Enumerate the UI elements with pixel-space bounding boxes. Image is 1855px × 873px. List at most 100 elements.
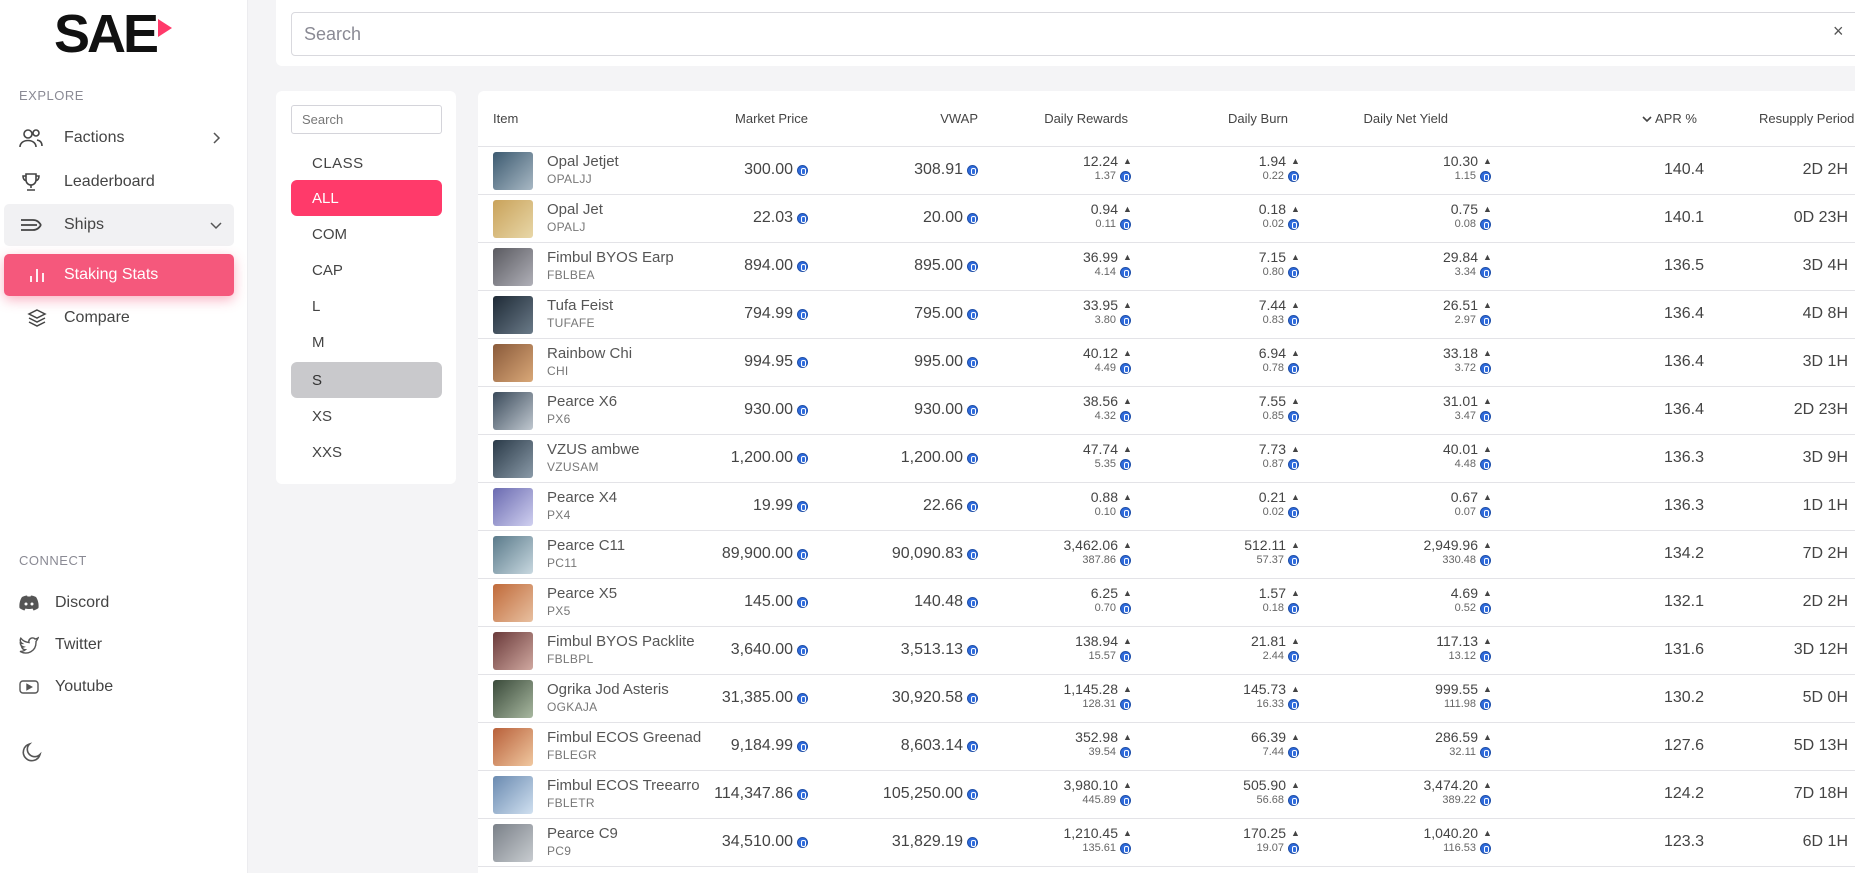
- nav-leaderboard[interactable]: Leaderboard: [4, 161, 234, 203]
- class-filter-xs[interactable]: XS: [291, 398, 442, 434]
- connect-twitter[interactable]: Twitter: [19, 635, 102, 655]
- search-input[interactable]: [291, 12, 1855, 56]
- moon-icon[interactable]: [20, 740, 44, 764]
- ship-name[interactable]: Pearce X5: [547, 585, 617, 602]
- class-filter-all[interactable]: ALL: [291, 180, 442, 216]
- table-row[interactable]: Fimbul BYOS Earp FBLBEA 894.00 895.00 36.99 ▲…: [478, 243, 1855, 291]
- daily-rewards-cell: 0.94 ▲ 0.11: [1008, 201, 1132, 230]
- daily-burn-cell: 1.57 ▲ 0.18: [1178, 585, 1300, 614]
- class-filter-s[interactable]: S: [291, 362, 442, 398]
- table-row[interactable]: Rainbow Chi CHI 994.95 995.00 40.12 ▲ 4.49 6.94…: [478, 339, 1855, 387]
- apr-value: 136.4: [1663, 401, 1704, 418]
- class-filter-l[interactable]: L: [291, 288, 442, 324]
- table-row[interactable]: Pearce X4 PX4 19.99 22.66 0.88 ▲ 0.10 0.21 ▲ 0.02…: [478, 483, 1855, 531]
- atlas-coin-icon: [967, 644, 978, 656]
- class-filter-xxs[interactable]: XXS: [291, 434, 442, 470]
- market-price-value: 31,385.00: [721, 689, 793, 706]
- nav-label: Ships: [64, 216, 105, 233]
- column-header-daily-net-yield[interactable]: Daily Net Yield: [1298, 111, 1448, 126]
- daily-rewards-value: 1,210.45: [1063, 825, 1119, 841]
- column-header-vwap[interactable]: VWAP: [858, 111, 978, 126]
- nav-factions[interactable]: Factions: [4, 117, 234, 159]
- nav-label: Factions: [64, 129, 125, 146]
- nav-ships[interactable]: Ships: [4, 204, 234, 246]
- ship-name[interactable]: Fimbul BYOS Earp: [547, 249, 674, 266]
- table-row[interactable]: Opal Jet OPALJ 22.03 20.00 0.94 ▲ 0.11 0.18 ▲ 0.0…: [478, 195, 1855, 243]
- nav-label: Leaderboard: [64, 173, 155, 190]
- daily-burn-cell: 6.94 ▲ 0.78: [1178, 345, 1300, 374]
- table-row[interactable]: Pearce X6 PX6 930.00 930.00 38.56 ▲ 4.32 7.55 ▲ 0…: [478, 387, 1855, 435]
- table-row[interactable]: VZUS ambwe VZUSAM 1,200.00 1,200.00 47.74 ▲ 5.…: [478, 435, 1855, 483]
- ship-name[interactable]: Pearce C9: [547, 825, 618, 842]
- atlas-coin-icon: [1480, 794, 1491, 806]
- caret-up-icon: ▲: [1291, 828, 1300, 838]
- ship-name[interactable]: Pearce X6: [547, 393, 617, 410]
- atlas-coin-icon: [967, 212, 978, 224]
- daily-net-yield-subvalue: 389.22: [1442, 794, 1476, 806]
- daily-rewards-value: 47.74: [1082, 441, 1118, 457]
- apr-value: 136.4: [1663, 353, 1704, 370]
- sae-logo[interactable]: SAE: [54, 6, 179, 58]
- table-row[interactable]: Opal Jetjet OPALJJ 300.00 308.91 12.24 ▲ 1.37 1…: [478, 147, 1855, 195]
- atlas-coin-icon: [967, 164, 978, 176]
- daily-burn-subvalue: 57.37: [1256, 554, 1284, 566]
- table-row[interactable]: Tufa Feist TUFAFE 794.99 795.00 33.95 ▲ 3.80 7.…: [478, 291, 1855, 339]
- class-filter-m[interactable]: M: [291, 324, 442, 360]
- ship-name[interactable]: Pearce X4: [547, 489, 617, 506]
- ship-name[interactable]: Rainbow Chi: [547, 345, 632, 362]
- column-header-apr[interactable]: APR %: [1641, 111, 1697, 126]
- daily-burn-value: 1.94: [1258, 153, 1286, 169]
- vwap-value: 1,200.00: [900, 449, 963, 466]
- column-header-resupply-period[interactable]: Resupply Period: [1759, 111, 1854, 126]
- daily-burn-subvalue: 0.18: [1262, 602, 1284, 614]
- class-filter-com[interactable]: COM: [291, 216, 442, 252]
- caret-up-icon: ▲: [1123, 300, 1132, 310]
- table-row[interactable]: Fimbul ECOS Greenad FBLEGR 9,184.99 8,603.1…: [478, 723, 1855, 771]
- atlas-coin-icon: [797, 260, 808, 272]
- daily-burn-subvalue: 0.80: [1262, 266, 1284, 278]
- daily-burn-subvalue: 0.02: [1262, 506, 1284, 518]
- column-header-market-price[interactable]: Market Price: [688, 111, 808, 126]
- class-filter-cap[interactable]: CAP: [291, 252, 442, 288]
- caret-up-icon: ▲: [1483, 396, 1492, 406]
- filter-search-input[interactable]: [291, 105, 442, 134]
- daily-rewards-cell: 38.56 ▲ 4.32: [1008, 393, 1132, 422]
- daily-net-yield-cell: 33.18 ▲ 3.72: [1338, 345, 1492, 374]
- staking-stats-table: Item Market Price VWAP Daily Rewards Dai…: [478, 91, 1855, 873]
- atlas-coin-icon: [1288, 602, 1299, 614]
- ship-name[interactable]: Tufa Feist: [547, 297, 613, 314]
- twitter-icon: [19, 635, 41, 655]
- connect-discord[interactable]: Discord: [19, 593, 109, 613]
- atlas-coin-icon: [797, 692, 808, 704]
- caret-up-icon: ▲: [1123, 780, 1132, 790]
- ship-name[interactable]: Ogrika Jod Asteris: [547, 681, 669, 698]
- market-price-cell: 1,200.00: [688, 449, 808, 467]
- vwap-cell: 995.00: [858, 353, 978, 371]
- ship-name[interactable]: Pearce C11: [547, 537, 625, 554]
- nav-compare[interactable]: Compare: [4, 297, 234, 339]
- caret-up-icon: ▲: [1123, 732, 1132, 742]
- nav-staking-stats[interactable]: Staking Stats: [4, 254, 234, 296]
- ship-name[interactable]: Opal Jet: [547, 201, 603, 218]
- table-row[interactable]: Pearce X5 PX5 145.00 140.48 6.25 ▲ 0.70 1.57 ▲ 0.…: [478, 579, 1855, 627]
- caret-up-icon: ▲: [1123, 588, 1132, 598]
- table-row[interactable]: Ogrika Jod Asteris OGKAJA 31,385.00 30,920.…: [478, 675, 1855, 723]
- table-row[interactable]: Fimbul ECOS Treearro FBLETR 114,347.86 105,…: [478, 771, 1855, 819]
- market-price-value: 794.99: [744, 305, 793, 322]
- connect-youtube[interactable]: Youtube: [19, 677, 113, 697]
- table-row[interactable]: Pearce C11 PC11 89,900.00 90,090.83 3,462.06…: [478, 531, 1855, 579]
- table-row[interactable]: Fimbul BYOS Packlite FBLBPL 3,640.00 3,513.…: [478, 627, 1855, 675]
- ship-name[interactable]: VZUS ambwe: [547, 441, 640, 458]
- column-header-daily-burn[interactable]: Daily Burn: [1158, 111, 1288, 126]
- daily-rewards-subvalue: 39.54: [1088, 746, 1116, 758]
- column-header-item[interactable]: Item: [493, 111, 518, 126]
- ship-name[interactable]: Fimbul BYOS Packlite: [547, 633, 695, 650]
- column-header-daily-rewards[interactable]: Daily Rewards: [998, 111, 1128, 126]
- close-icon[interactable]: ×: [1833, 22, 1851, 40]
- table-row[interactable]: Pearce C9 PC9 34,510.00 31,829.19 1,210.45 ▲ 1…: [478, 819, 1855, 867]
- ship-name[interactable]: Fimbul ECOS Treearro: [547, 777, 700, 794]
- ship-name[interactable]: Opal Jetjet: [547, 153, 619, 170]
- atlas-coin-icon: [797, 548, 808, 560]
- vwap-value: 308.91: [914, 161, 963, 178]
- ship-name[interactable]: Fimbul ECOS Greenad: [547, 729, 701, 746]
